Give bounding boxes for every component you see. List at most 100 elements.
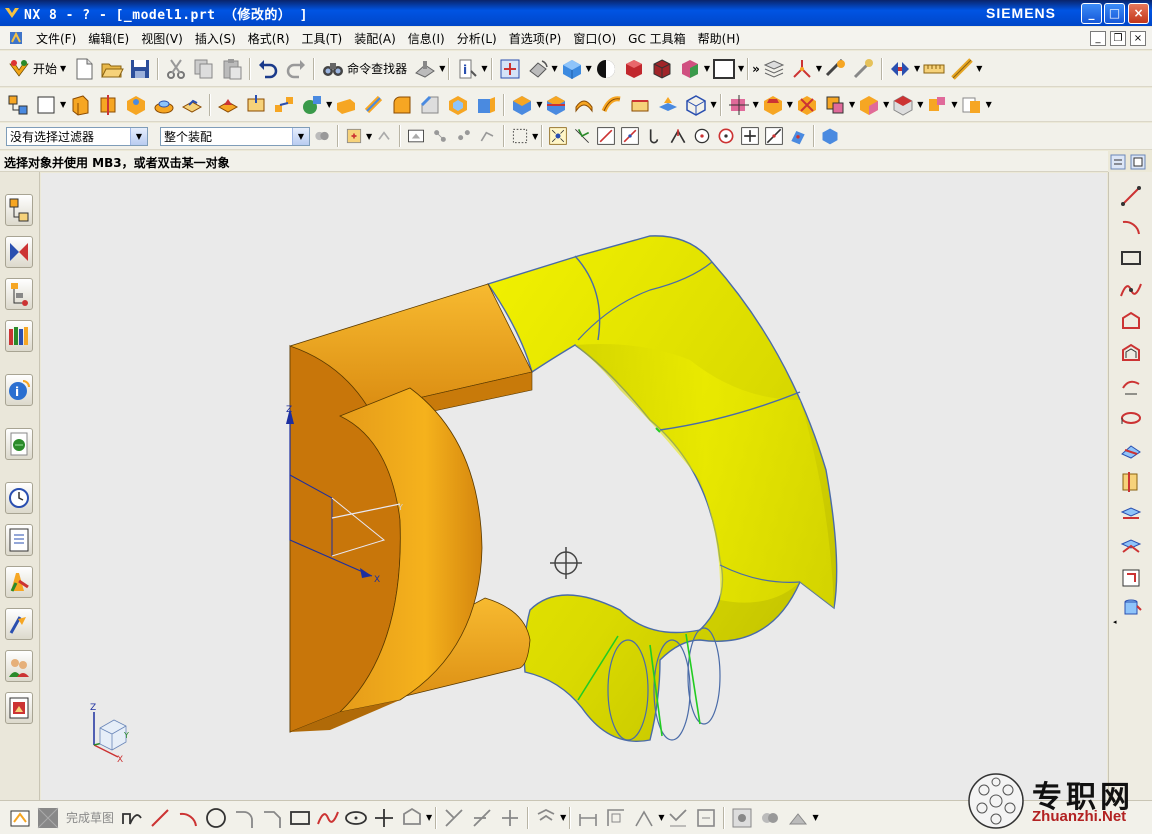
sweep-icon[interactable] bbox=[600, 93, 624, 117]
deselect-icon[interactable] bbox=[374, 126, 394, 146]
open-folder-icon[interactable] bbox=[100, 57, 124, 81]
doc-close-button[interactable]: × bbox=[1130, 31, 1146, 46]
trim-body-icon[interactable] bbox=[510, 93, 534, 117]
profile-icon[interactable] bbox=[120, 806, 144, 830]
select-solid-icon[interactable] bbox=[406, 126, 426, 146]
finish-sketch-icon[interactable] bbox=[36, 806, 60, 830]
scale-body-icon[interactable] bbox=[656, 93, 680, 117]
quick-trim-icon[interactable] bbox=[442, 806, 466, 830]
save-icon[interactable] bbox=[128, 57, 152, 81]
menu-tools[interactable]: 工具(T) bbox=[296, 30, 349, 47]
menu-file[interactable]: 文件(F) bbox=[30, 30, 82, 47]
snap-control-icon[interactable] bbox=[644, 126, 664, 146]
snap-point-icon[interactable] bbox=[824, 57, 848, 81]
arc-icon[interactable] bbox=[1119, 214, 1143, 238]
subtract-icon[interactable] bbox=[334, 93, 358, 117]
studio-spline-icon[interactable] bbox=[1119, 278, 1143, 302]
reuse-library-tab[interactable] bbox=[5, 320, 33, 352]
shell-icon[interactable] bbox=[446, 93, 470, 117]
split-body-icon[interactable] bbox=[544, 93, 568, 117]
make-corner-icon[interactable] bbox=[498, 806, 522, 830]
animate-dimension-icon[interactable] bbox=[694, 806, 718, 830]
offset-sketch-curve-icon[interactable] bbox=[534, 806, 558, 830]
sketch-task-icon[interactable] bbox=[8, 806, 32, 830]
snap-line-icon[interactable] bbox=[596, 126, 616, 146]
snap-enable-icon[interactable] bbox=[548, 126, 568, 146]
layer-settings-icon[interactable] bbox=[762, 57, 786, 81]
selection-arrows-icon[interactable] bbox=[888, 57, 912, 81]
project-curve-icon[interactable] bbox=[1119, 374, 1143, 398]
undo-icon[interactable] bbox=[256, 57, 280, 81]
measure-distance-icon[interactable] bbox=[922, 57, 946, 81]
sync-move-face-icon[interactable] bbox=[727, 93, 751, 117]
sketch-polygon-icon[interactable] bbox=[400, 806, 424, 830]
revolve-icon[interactable] bbox=[96, 93, 120, 117]
sketch-rectangle-icon[interactable] bbox=[288, 806, 312, 830]
select-body-icon[interactable] bbox=[478, 126, 498, 146]
tools-icon[interactable] bbox=[852, 57, 876, 81]
bridge-curve-icon[interactable] bbox=[1119, 534, 1143, 558]
snap-point-on-face-icon[interactable] bbox=[788, 126, 808, 146]
finish-sketch-label[interactable]: 完成草图 bbox=[66, 809, 114, 826]
menu-format[interactable]: 格式(R) bbox=[242, 30, 296, 47]
menu-edit[interactable]: 编辑(E) bbox=[82, 30, 135, 47]
snap-intersection-icon[interactable] bbox=[668, 126, 688, 146]
edge-blend-icon[interactable] bbox=[390, 93, 414, 117]
snap-quadrant-icon[interactable] bbox=[716, 126, 736, 146]
show-constraints-icon[interactable] bbox=[632, 806, 656, 830]
fit-view-icon[interactable] bbox=[498, 57, 522, 81]
replace-face-icon[interactable] bbox=[823, 93, 847, 117]
polygon-icon[interactable] bbox=[1119, 310, 1143, 334]
render-style-icon[interactable] bbox=[594, 57, 618, 81]
thicken-icon[interactable] bbox=[572, 93, 596, 117]
shaded-edges-icon[interactable] bbox=[650, 57, 674, 81]
minimize-button[interactable]: _ bbox=[1081, 3, 1102, 24]
hd3d-tools-tab[interactable]: i bbox=[5, 374, 33, 406]
sketch-point-icon[interactable] bbox=[372, 806, 396, 830]
sketch-spline-icon[interactable] bbox=[316, 806, 340, 830]
menu-window[interactable]: 窗口(O) bbox=[567, 30, 622, 47]
selection-scope-dropdown-icon[interactable]: ▼ bbox=[292, 127, 309, 145]
section-curve-icon[interactable] bbox=[1119, 470, 1143, 494]
touch-mode-icon[interactable] bbox=[413, 57, 437, 81]
information-icon[interactable]: i bbox=[455, 57, 479, 81]
menu-help[interactable]: 帮助(H) bbox=[692, 30, 746, 47]
resize-face-icon[interactable] bbox=[857, 93, 881, 117]
shaded-red-icon[interactable] bbox=[622, 57, 646, 81]
selection-scope-select[interactable]: 整个装配 ▼ bbox=[160, 126, 310, 146]
background-color-icon[interactable] bbox=[712, 57, 736, 81]
snap-midpoint-icon[interactable] bbox=[620, 126, 640, 146]
new-file-icon[interactable] bbox=[72, 57, 96, 81]
geometric-constraint-icon[interactable] bbox=[604, 806, 628, 830]
history-tab[interactable] bbox=[5, 482, 33, 514]
pattern-icon[interactable] bbox=[272, 93, 296, 117]
snap-existing-point-icon[interactable] bbox=[740, 126, 760, 146]
redo-icon[interactable] bbox=[284, 57, 308, 81]
maximize-button[interactable]: □ bbox=[1104, 3, 1125, 24]
menu-analysis[interactable]: 分析(L) bbox=[451, 30, 503, 47]
quick-extend-icon[interactable] bbox=[470, 806, 494, 830]
ruler-icon[interactable] bbox=[950, 57, 974, 81]
graphics-window[interactable]: Z X Y Z X Y bbox=[41, 173, 1107, 800]
face-analysis-icon[interactable] bbox=[678, 57, 702, 81]
cylinder-curve-icon[interactable] bbox=[1119, 596, 1143, 620]
filter-settings-icon[interactable] bbox=[312, 126, 332, 146]
doc-minimize-button[interactable]: _ bbox=[1090, 31, 1106, 46]
offset-face-icon[interactable] bbox=[628, 93, 652, 117]
offset-curve-icon[interactable] bbox=[1119, 342, 1143, 366]
sketch-evaluate-icon[interactable] bbox=[786, 806, 810, 830]
linked-face-icon[interactable] bbox=[960, 93, 984, 117]
assembly-navigator-tab[interactable] bbox=[5, 194, 33, 226]
view-orientation-icon[interactable] bbox=[560, 57, 584, 81]
rectangle-icon[interactable] bbox=[1119, 246, 1143, 270]
nx-app-icon[interactable] bbox=[4, 5, 20, 21]
select-component-icon[interactable] bbox=[454, 126, 474, 146]
snap-arc-center-icon[interactable] bbox=[692, 126, 712, 146]
view-triad[interactable]: Z X Y bbox=[90, 703, 129, 765]
pull-face-icon[interactable] bbox=[761, 93, 785, 117]
delete-face-icon[interactable] bbox=[795, 93, 819, 117]
paste-icon[interactable] bbox=[220, 57, 244, 81]
select-all-icon[interactable] bbox=[344, 126, 364, 146]
cue-line-toggle-icon[interactable] bbox=[1130, 154, 1146, 170]
menu-preferences[interactable]: 首选项(P) bbox=[503, 30, 568, 47]
